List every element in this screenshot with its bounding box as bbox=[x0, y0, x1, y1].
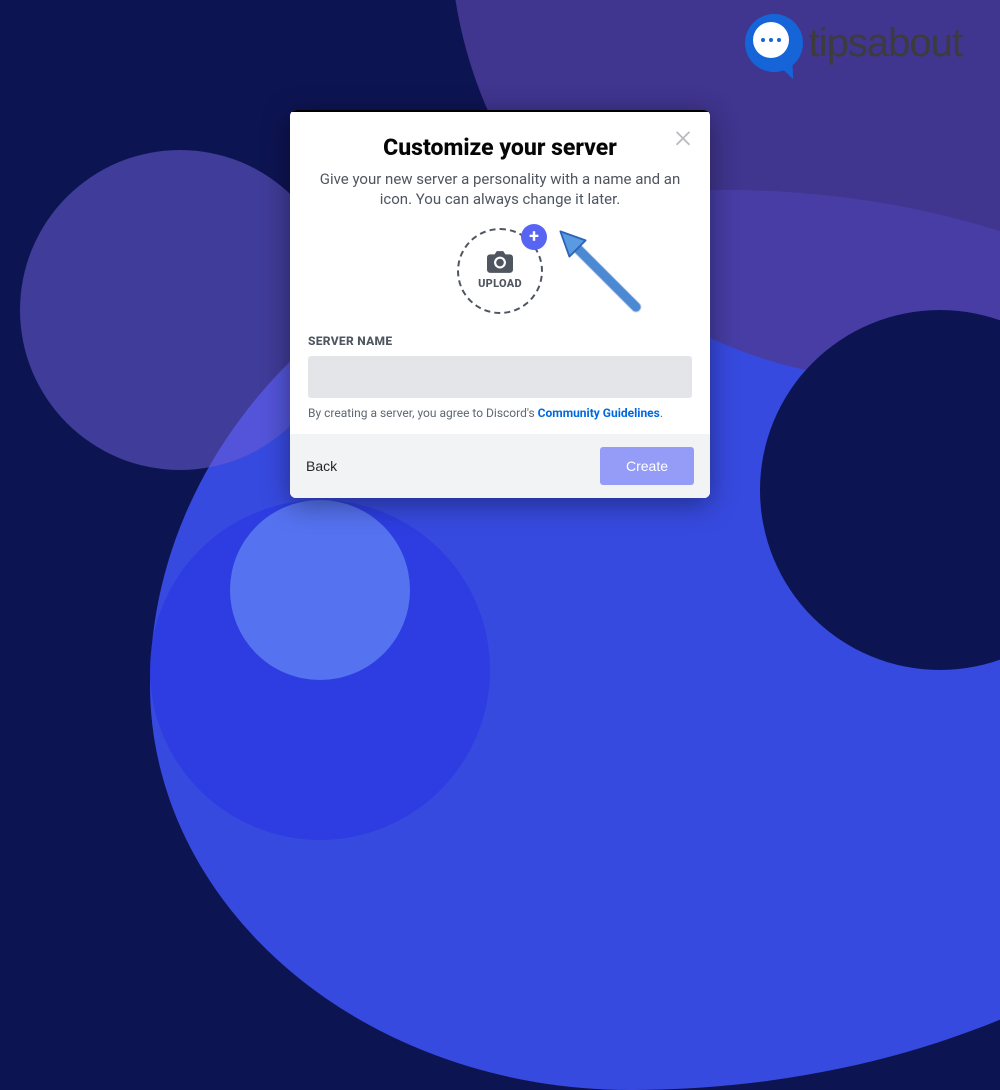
close-button[interactable] bbox=[672, 126, 694, 148]
create-button[interactable]: Create bbox=[600, 447, 694, 485]
upload-icon-button[interactable]: UPLOAD + bbox=[457, 228, 543, 314]
modal-subtitle: Give your new server a personality with … bbox=[310, 169, 690, 210]
watermark: tipsabout bbox=[745, 14, 962, 72]
modal-title: Customize your server bbox=[304, 134, 696, 161]
close-icon bbox=[672, 126, 694, 148]
back-button[interactable]: Back bbox=[306, 458, 337, 474]
server-name-label: SERVER NAME bbox=[308, 334, 692, 348]
camera-icon bbox=[487, 251, 513, 273]
speech-bubble-icon bbox=[753, 22, 789, 58]
bg-circle-bottom-inner bbox=[230, 500, 410, 680]
customize-server-modal: Customize your server Give your new serv… bbox=[290, 110, 710, 498]
watermark-text: tipsabout bbox=[809, 21, 962, 66]
watermark-logo bbox=[745, 14, 803, 72]
server-name-input[interactable] bbox=[308, 356, 692, 398]
plus-icon: + bbox=[521, 224, 547, 250]
modal-footer: Back Create bbox=[290, 434, 710, 498]
upload-label: UPLOAD bbox=[478, 277, 522, 290]
community-guidelines-link[interactable]: Community Guidelines bbox=[538, 406, 660, 420]
agreement-text: By creating a server, you agree to Disco… bbox=[308, 406, 692, 420]
